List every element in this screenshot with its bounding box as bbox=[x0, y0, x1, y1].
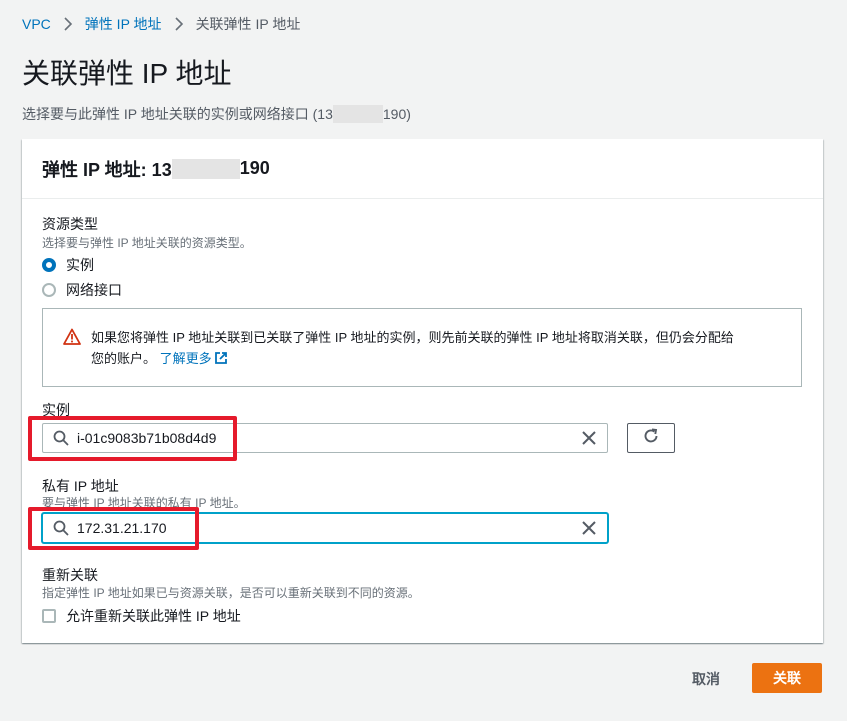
instance-input[interactable]: i-01c9083b71b08d4d9 bbox=[42, 423, 608, 453]
resource-type-description: 选择要与弹性 IP 地址关联的资源类型。 bbox=[42, 236, 252, 250]
alert-line-2: 您的账户。 bbox=[91, 351, 157, 366]
instance-label: 实例 bbox=[42, 402, 70, 418]
external-link-icon[interactable] bbox=[214, 350, 228, 364]
page-description-prefix: 选择要与此弹性 IP 地址关联的实例或网络接口 (13 bbox=[22, 106, 333, 122]
reassociation-description: 指定弹性 IP 地址如果已与资源关联，是否可以重新关联到不同的资源。 bbox=[42, 586, 420, 600]
radio-network-interface[interactable]: 网络接口 bbox=[42, 280, 122, 300]
associate-panel: 弹性 IP 地址: 13 190 资源类型 选择要与弹性 IP 地址关联的资源类… bbox=[22, 139, 823, 643]
breadcrumb-current: 关联弹性 IP 地址 bbox=[195, 16, 301, 32]
page-title: 关联弹性 IP 地址 bbox=[22, 58, 232, 89]
chevron-right-icon bbox=[57, 16, 79, 32]
allow-reassociation-label: 允许重新关联此弹性 IP 地址 bbox=[66, 608, 241, 624]
breadcrumb-elastic-ip[interactable]: 弹性 IP 地址 bbox=[85, 14, 162, 34]
private-ip-label: 私有 IP 地址 bbox=[42, 478, 119, 494]
resource-type-label: 资源类型 bbox=[42, 216, 98, 232]
warning-icon bbox=[63, 328, 81, 346]
radio-instance-label: 实例 bbox=[66, 257, 94, 273]
private-ip-value[interactable]: 172.31.21.170 bbox=[77, 520, 581, 536]
private-ip-input[interactable]: 172.31.21.170 bbox=[42, 513, 608, 543]
refresh-icon bbox=[642, 427, 660, 450]
warning-alert: 如果您将弹性 IP 地址关联到已关联了弹性 IP 地址的实例，则先前关联的弹性 … bbox=[42, 308, 802, 387]
clear-icon[interactable] bbox=[581, 520, 597, 536]
chevron-right-icon bbox=[168, 16, 190, 32]
clear-icon[interactable] bbox=[581, 430, 597, 446]
breadcrumb-vpc[interactable]: VPC bbox=[22, 16, 51, 32]
page-description: 选择要与此弹性 IP 地址关联的实例或网络接口 (13 190) bbox=[22, 104, 411, 124]
alert-line-2-row: 您的账户。 了解更多 bbox=[91, 348, 734, 369]
reassociation-label: 重新关联 bbox=[42, 567, 98, 583]
radio-instance[interactable]: 实例 bbox=[42, 255, 94, 275]
learn-more-link[interactable]: 了解更多 bbox=[160, 351, 212, 366]
alert-line-1: 如果您将弹性 IP 地址关联到已关联了弹性 IP 地址的实例，则先前关联的弹性 … bbox=[91, 330, 734, 345]
breadcrumb: VPC 弹性 IP 地址 关联弹性 IP 地址 bbox=[22, 14, 300, 34]
refresh-button[interactable] bbox=[627, 423, 675, 453]
panel-header: 弹性 IP 地址: 13 190 bbox=[22, 139, 823, 199]
search-icon bbox=[53, 520, 69, 536]
radio-button[interactable] bbox=[42, 283, 56, 297]
panel-header-prefix: 弹性 IP 地址: 13 bbox=[42, 159, 172, 180]
radio-network-interface-label: 网络接口 bbox=[66, 282, 122, 298]
private-ip-description: 要与弹性 IP 地址关联的私有 IP 地址。 bbox=[42, 496, 246, 510]
panel-header-suffix: 190 bbox=[239, 158, 270, 178]
redacted-ip bbox=[332, 105, 383, 123]
page-description-suffix: 190) bbox=[382, 106, 411, 122]
search-icon bbox=[53, 430, 69, 446]
allow-reassociation-checkbox[interactable] bbox=[42, 609, 56, 623]
instance-value[interactable]: i-01c9083b71b08d4d9 bbox=[77, 430, 581, 446]
redacted-ip bbox=[171, 158, 240, 179]
alert-text: 如果您将弹性 IP 地址关联到已关联了弹性 IP 地址的实例，则先前关联的弹性 … bbox=[91, 327, 734, 386]
radio-button-selected[interactable] bbox=[42, 258, 56, 272]
associate-button[interactable]: 关联 bbox=[752, 663, 822, 693]
cancel-button[interactable]: 取消 bbox=[676, 664, 736, 694]
allow-reassociation-row[interactable]: 允许重新关联此弹性 IP 地址 bbox=[42, 606, 241, 626]
